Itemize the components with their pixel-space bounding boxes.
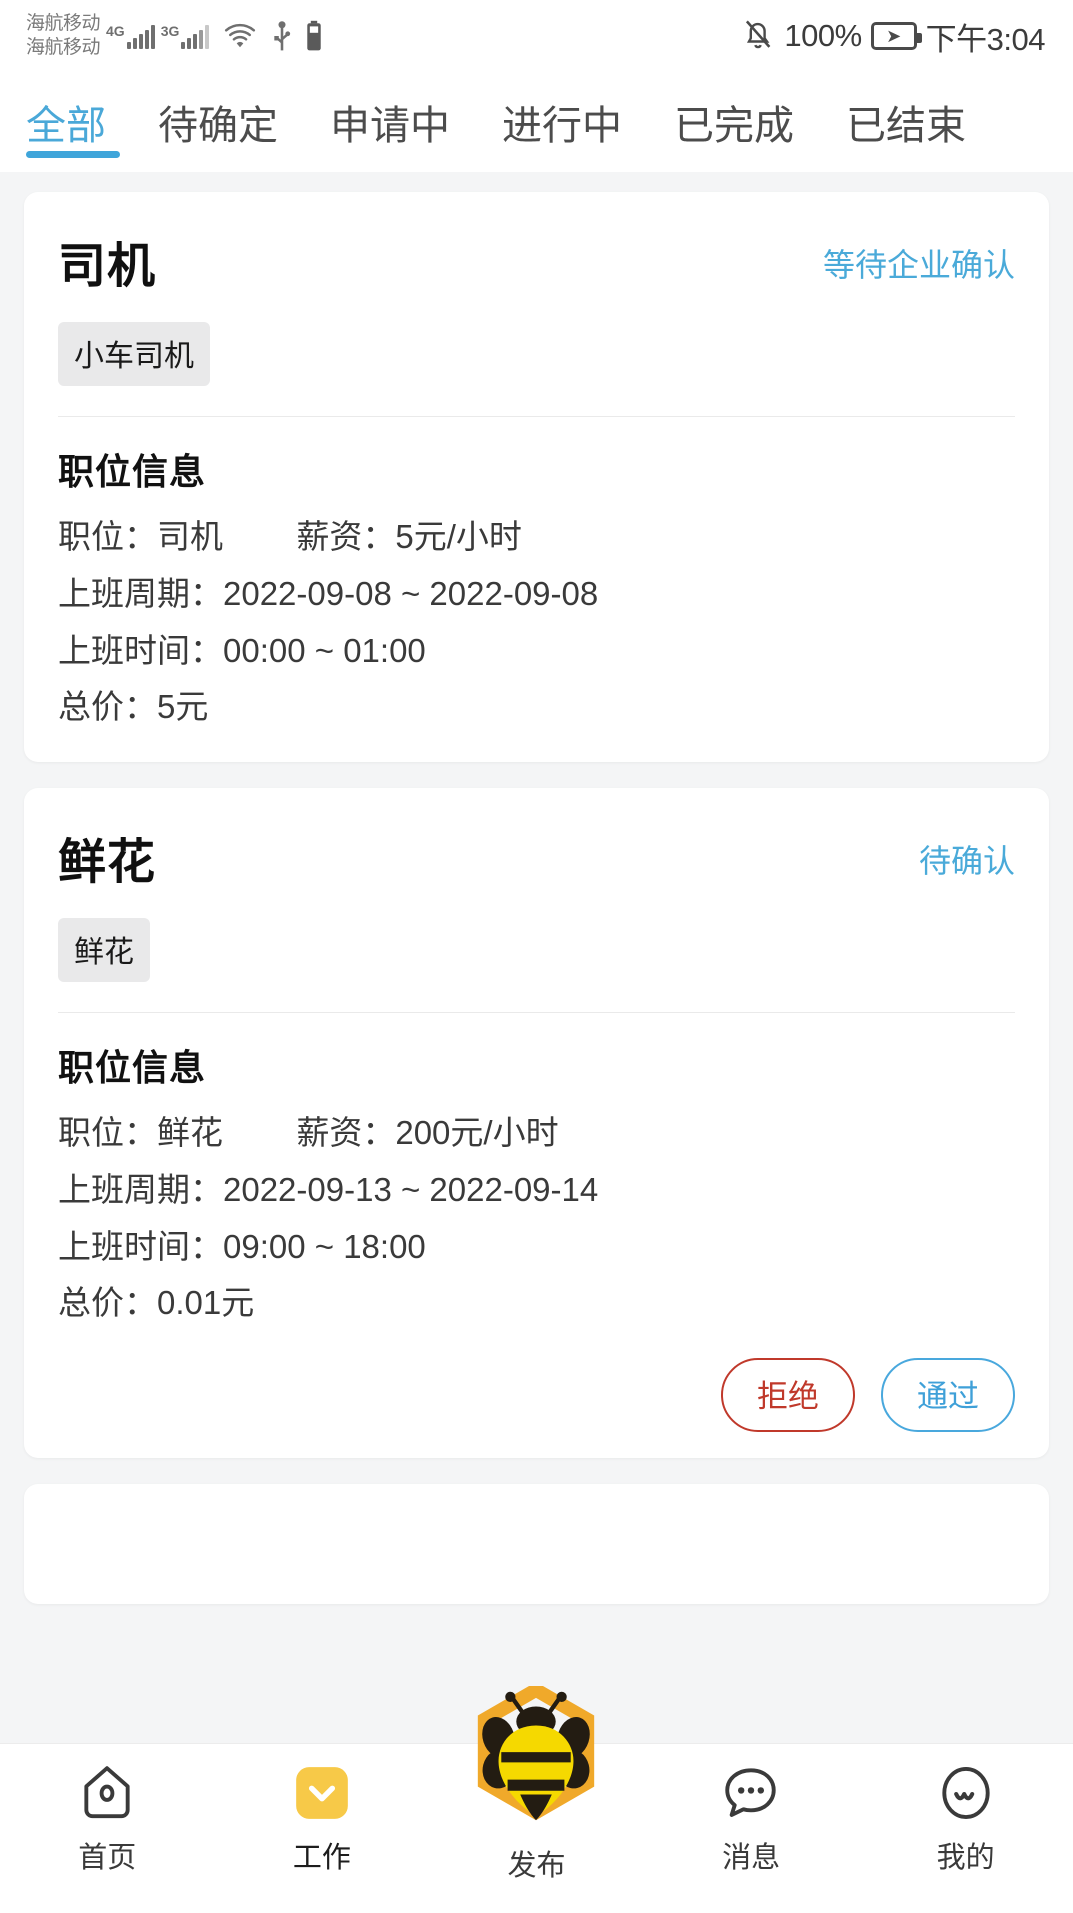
order-tag-row: 鲜花 bbox=[58, 918, 1015, 982]
tab-active-underline bbox=[26, 151, 120, 158]
tab-all[interactable]: 全部 bbox=[26, 93, 106, 151]
nav-item-home[interactable]: 首页 bbox=[0, 1762, 215, 1876]
info-line-work-time: 上班时间：09:00 ~ 18:00 bbox=[58, 1227, 426, 1265]
order-card-header: 鲜花 待确认 bbox=[58, 822, 1015, 892]
bell-muted-icon bbox=[741, 16, 775, 57]
tab-bar: 全部 待确定 申请中 进行中 已完成 已结束 bbox=[0, 72, 1073, 172]
nav-label-profile: 我的 bbox=[936, 1842, 995, 1874]
reject-button[interactable]: 拒绝 bbox=[721, 1358, 855, 1432]
info-line-position-salary: 职位：鲜花 薪资：200元/小时 bbox=[58, 1114, 559, 1151]
signal-2: 3G bbox=[161, 23, 210, 49]
network-type-2: 3G bbox=[160, 23, 180, 39]
carrier-names: 海航移动 海航移动 bbox=[26, 12, 101, 60]
bottom-nav: 首页 工作 发布 消息 我的 bbox=[0, 1686, 1073, 1913]
order-card-header: 司机 等待企业确认 bbox=[58, 226, 1015, 296]
info-line-work-time: 上班时间：00:00 ~ 01:00 bbox=[58, 631, 426, 669]
usb-icon bbox=[271, 20, 293, 52]
order-tag: 鲜花 bbox=[58, 918, 150, 982]
carrier-label-2: 海航移动 bbox=[26, 37, 101, 58]
info-line-total-price: 总价：0.01元 bbox=[58, 1284, 255, 1322]
info-line-total-price: 总价：5元 bbox=[58, 688, 209, 726]
info-line-position-salary: 职位：司机 薪资：5元/小时 bbox=[58, 518, 522, 555]
order-title: 司机 bbox=[58, 240, 157, 293]
order-list[interactable]: 司机 等待企业确认 小车司机 职位信息 职位：司机 薪资：5元/小时 上班周期：… bbox=[0, 172, 1073, 1743]
order-tag-row: 小车司机 bbox=[58, 322, 1015, 386]
order-action-row: 拒绝 通过 bbox=[58, 1358, 1015, 1432]
wifi-icon bbox=[221, 21, 259, 51]
tab-list[interactable]: 全部 待确定 申请中 进行中 已完成 已结束 bbox=[0, 72, 1073, 172]
info-line-work-period: 上班周期：2022-09-13 ~ 2022-09-14 bbox=[58, 1170, 599, 1208]
bee-publish-icon bbox=[478, 1686, 595, 1821]
order-tag: 小车司机 bbox=[58, 322, 210, 386]
tab-applying[interactable]: 申请中 bbox=[330, 93, 450, 151]
section-title-job-info: 职位信息 bbox=[58, 451, 207, 492]
signal-1: 4G bbox=[106, 23, 155, 49]
nav-item-message[interactable]: 消息 bbox=[644, 1762, 859, 1876]
nav-item-profile[interactable]: 我的 bbox=[858, 1762, 1073, 1876]
section-title-job-info: 职位信息 bbox=[58, 1047, 207, 1088]
profile-icon bbox=[942, 1767, 990, 1819]
status-bar: 海航移动 海航移动 4G 3G 100% ➤ 下午3:04 bbox=[0, 0, 1073, 72]
signal-bars-icon-1 bbox=[126, 23, 155, 49]
battery-icon bbox=[305, 20, 323, 52]
carrier-label-1: 海航移动 bbox=[26, 13, 101, 35]
status-badge: 待确认 bbox=[918, 843, 1015, 879]
nav-item-publish[interactable]: 发布 bbox=[429, 1686, 644, 1884]
tab-pending-confirm[interactable]: 待确定 bbox=[158, 93, 278, 151]
home-icon bbox=[84, 1766, 130, 1819]
battery-charging-icon: ➤ bbox=[870, 22, 922, 50]
status-badge: 等待企业确认 bbox=[822, 247, 1015, 283]
nav-label-work: 工作 bbox=[292, 1842, 351, 1874]
message-bubble-icon bbox=[725, 1768, 776, 1817]
battery-percent-label: 100% bbox=[784, 18, 862, 53]
network-type-1: 4G bbox=[106, 23, 125, 39]
clock-label: 下午3:04 bbox=[925, 21, 1046, 57]
order-card[interactable]: 司机 等待企业确认 小车司机 职位信息 职位：司机 薪资：5元/小时 上班周期：… bbox=[24, 192, 1049, 762]
signal-bars-icon-2 bbox=[181, 23, 210, 49]
nav-label-message: 消息 bbox=[722, 1842, 781, 1874]
card-divider bbox=[58, 416, 1015, 417]
status-bar-right: 100% ➤ 下午3:04 bbox=[741, 14, 1046, 59]
nav-item-work[interactable]: 工作 bbox=[215, 1762, 430, 1876]
accept-button[interactable]: 通过 bbox=[881, 1358, 1015, 1432]
tab-ongoing[interactable]: 进行中 bbox=[502, 93, 622, 151]
order-title: 鲜花 bbox=[58, 836, 157, 889]
card-divider bbox=[58, 1012, 1015, 1013]
nav-label-home: 首页 bbox=[78, 1842, 137, 1874]
info-line-work-period: 上班周期：2022-09-08 ~ 2022-09-08 bbox=[58, 574, 599, 612]
order-card[interactable]: 鲜花 待确认 鲜花 职位信息 职位：鲜花 薪资：200元/小时 上班周期：202… bbox=[24, 788, 1049, 1458]
tab-completed[interactable]: 已完成 bbox=[674, 93, 794, 151]
status-bar-left: 海航移动 海航移动 4G 3G bbox=[26, 12, 323, 60]
work-chevron-icon bbox=[296, 1767, 348, 1819]
nav-label-publish: 发布 bbox=[507, 1850, 566, 1882]
tab-finished[interactable]: 已结束 bbox=[846, 93, 966, 151]
order-card[interactable] bbox=[24, 1484, 1049, 1604]
